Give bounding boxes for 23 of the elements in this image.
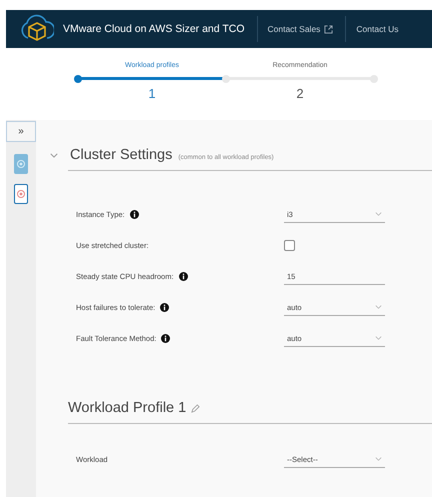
cube-cloud-icon xyxy=(20,14,54,44)
header-link[interactable]: Contact Sales xyxy=(268,24,334,34)
app-title: VMware Cloud on AWS Sizer and TCO xyxy=(63,23,244,35)
header-link[interactable]: Contact Us xyxy=(356,24,398,34)
sidebar-toggle-button[interactable]: » xyxy=(6,121,36,142)
step-number: 1 xyxy=(148,86,156,101)
target-nav-button[interactable] xyxy=(14,184,28,204)
caret-icon xyxy=(375,457,382,461)
info-icon[interactable] xyxy=(161,334,170,343)
pencil-icon[interactable] xyxy=(191,404,200,412)
caret-icon xyxy=(375,212,382,216)
section-title: Workload Profile 1 xyxy=(68,400,186,416)
target-icon xyxy=(16,189,26,199)
caret-icon xyxy=(375,305,382,309)
section-title: Cluster Settings xyxy=(70,147,172,163)
checkbox[interactable] xyxy=(284,240,295,251)
chevron-icon[interactable] xyxy=(50,152,58,158)
ring-icon xyxy=(16,159,26,169)
caret-icon xyxy=(375,336,382,340)
info-icon[interactable] xyxy=(160,303,170,312)
info-icon[interactable] xyxy=(130,210,139,219)
step-number: 2 xyxy=(296,86,304,101)
info-icon[interactable] xyxy=(178,272,188,281)
